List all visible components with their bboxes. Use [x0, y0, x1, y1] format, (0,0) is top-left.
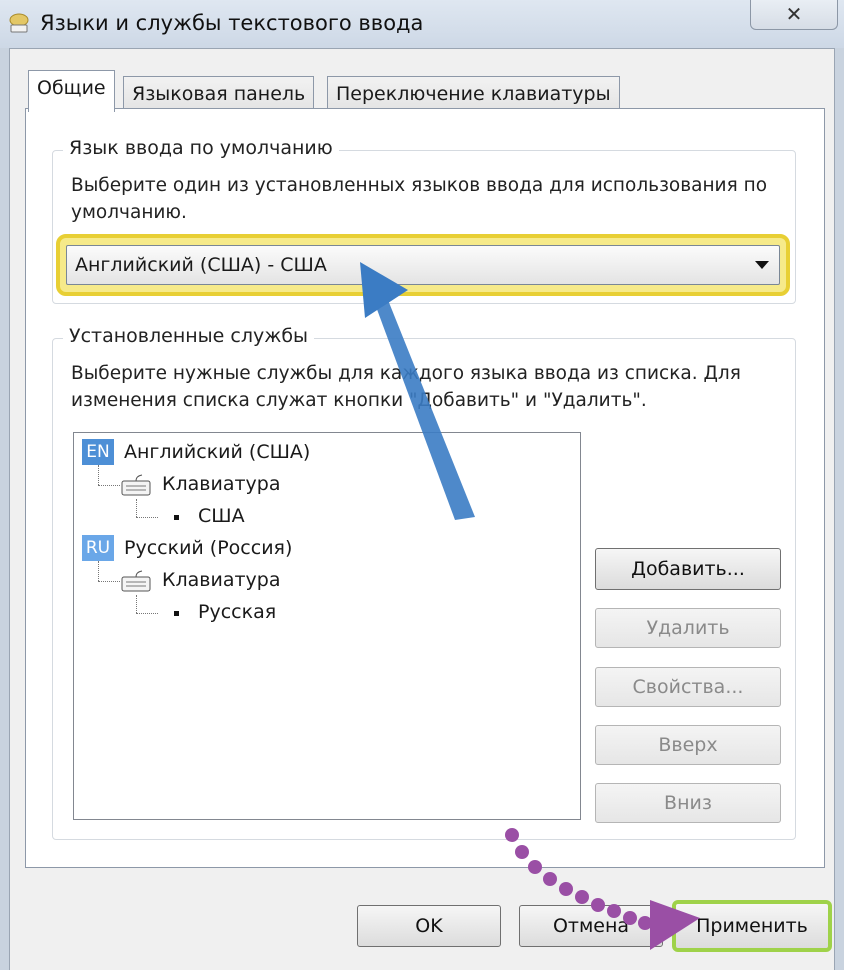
- tree-item-category-en[interactable]: Клавиатура: [162, 471, 280, 497]
- tab-language-bar[interactable]: Языковая панель: [123, 76, 315, 112]
- chevron-down-icon[interactable]: [755, 261, 769, 269]
- installed-services-group-title: Установленные службы: [63, 325, 315, 347]
- keyboard-icon: [121, 570, 151, 592]
- add-button[interactable]: Добавить...: [595, 548, 781, 590]
- default-language-dropdown[interactable]: Английский (США) - США: [66, 245, 780, 285]
- properties-button[interactable]: Свойства...: [595, 667, 781, 707]
- default-language-description: Выберите один из установленных языков вв…: [71, 175, 768, 223]
- tree-connector: [98, 465, 99, 485]
- tree-connector: [136, 595, 137, 613]
- tab-keyboard-switching[interactable]: Переключение клавиатуры: [327, 76, 620, 112]
- bullet-icon: [174, 611, 179, 616]
- title-bar: Языки и службы текстового ввода ✕: [0, 0, 844, 48]
- tree-item-language-ru[interactable]: Русский (Россия): [124, 535, 292, 561]
- installed-services-description: Выберите нужные службы для каждого языка…: [71, 363, 741, 411]
- close-button[interactable]: ✕: [750, 0, 838, 30]
- move-down-button[interactable]: Вниз: [595, 783, 781, 823]
- bullet-icon: [174, 515, 179, 520]
- cancel-button[interactable]: Отмена: [519, 905, 663, 947]
- remove-button[interactable]: Удалить: [595, 608, 781, 648]
- tree-item-category-ru[interactable]: Клавиатура: [162, 567, 280, 593]
- tree-connector: [98, 561, 99, 581]
- tree-connector: [136, 517, 158, 518]
- tree-item-layout-ru[interactable]: Русская: [198, 599, 276, 625]
- tab-general[interactable]: Общие: [28, 70, 115, 112]
- language-badge-en: EN: [82, 439, 114, 465]
- default-language-group-title: Язык ввода по умолчанию: [63, 137, 339, 159]
- keyboard-globe-icon: [9, 13, 29, 33]
- tree-connector: [98, 581, 120, 582]
- keyboard-icon: [121, 474, 151, 496]
- tree-connector: [136, 499, 137, 517]
- dropdown-highlight: Английский (США) - США: [56, 234, 790, 296]
- ok-button[interactable]: OK: [357, 905, 501, 947]
- window-title: Языки и службы текстового ввода: [40, 11, 424, 35]
- apply-button[interactable]: Применить: [672, 900, 832, 952]
- dropdown-selected-value: Английский (США) - США: [75, 254, 327, 276]
- tree-item-layout-en[interactable]: США: [198, 503, 245, 529]
- services-tree[interactable]: EN Английский (США) Клавиатура США RU Ру…: [73, 432, 581, 820]
- tree-connector: [136, 613, 158, 614]
- move-up-button[interactable]: Вверх: [595, 725, 781, 765]
- close-icon: ✕: [785, 2, 803, 26]
- tree-item-language-en[interactable]: Английский (США): [124, 439, 310, 465]
- language-badge-ru: RU: [82, 535, 114, 561]
- tree-connector: [98, 485, 120, 486]
